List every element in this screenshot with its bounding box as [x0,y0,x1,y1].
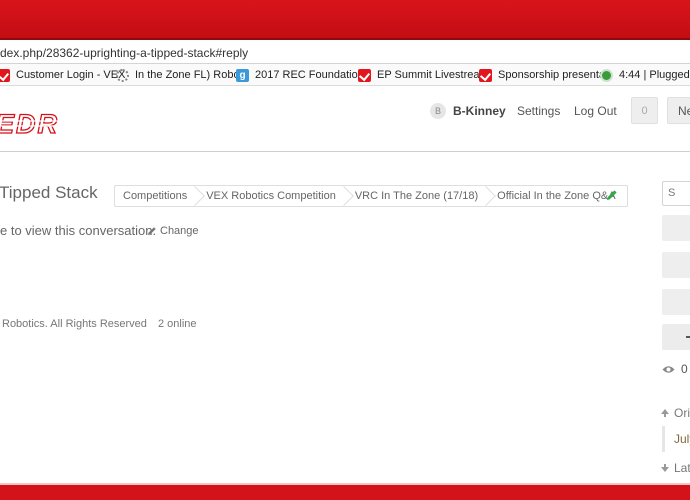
conversation-message: e to view this conversation. [0,223,157,238]
svg-text:EDR: EDR [0,110,59,138]
page-footer: Robotics. All Rights Reserved 2 online [2,318,205,330]
new-discussion-button[interactable]: Ne [667,97,690,124]
latest-post-label[interactable]: Lat [660,461,690,475]
views-value: 0 [681,362,688,376]
vex-check-icon [479,68,492,82]
bookmark-label: EP Summit Livestrean [377,69,486,81]
bookmark-label: In the Zone FL) Robo [135,69,240,81]
bookmarks-bar: Customer Login - VEX In the Zone FL) Rob… [0,64,690,86]
breadcrumb: Competitions VEX Robotics Competition VR… [114,185,628,207]
vex-check-icon [358,68,371,82]
bookmark-sponsorship[interactable]: Sponsorship presenta [479,67,605,83]
arrow-up-icon [661,409,669,417]
green-circle-icon [600,68,613,82]
settings-link[interactable]: Settings [517,104,560,118]
eye-icon [662,365,675,373]
copyright-text: Robotics. All Rights Reserved [2,318,147,330]
logout-link[interactable]: Log Out [574,104,617,118]
views-count: 0 [662,362,688,376]
user-avatar[interactable]: B [430,103,446,119]
edr-logo-graphic: EDR [0,108,99,140]
g-letter-icon: g [236,68,249,82]
original-post-label[interactable]: Ori [660,406,690,420]
bookmark-ep-summit[interactable]: EP Summit Livestrean [358,67,486,83]
bookmark-label: Sponsorship presenta [498,69,606,81]
page-title: Tipped Stack [0,183,98,202]
browser-title-bar [0,0,690,40]
bookmark-label: 4:44 | Plugged In [619,69,690,81]
sidebar-button-2[interactable] [662,252,690,278]
online-count[interactable]: 2 online [158,318,197,330]
edit-pencil-icon[interactable] [606,188,618,206]
sidebar-button-mark [686,336,690,338]
change-label[interactable]: Change [160,225,199,237]
bookmark-customer-login[interactable]: Customer Login - VEX [0,67,125,83]
loading-spinner-icon [116,68,129,82]
bottom-brand-bar [0,483,690,500]
search-input[interactable]: S [662,181,690,206]
search-placeholder: S [668,187,676,199]
sidebar-button-3[interactable] [662,289,690,315]
latest-label-text: Lat [674,461,690,475]
notifications-button[interactable]: 0 [631,97,658,124]
arrow-down-icon [661,464,669,472]
username-link[interactable]: B-Kinney [453,104,506,118]
bookmark-label: Customer Login - VEX [16,69,126,81]
bookmark-plugged-in[interactable]: 4:44 | Plugged In [600,67,690,83]
breadcrumb-item[interactable]: Competitions [115,186,198,206]
vex-check-icon [0,68,10,82]
change-link[interactable]: Change [147,225,199,237]
breadcrumb-item[interactable]: VRC In The Zone (17/18) [347,186,489,206]
bookmark-rec-foundation[interactable]: g 2017 REC Foundation [236,67,364,83]
original-post-date[interactable]: July [662,426,690,452]
pencil-icon [148,227,156,235]
address-bar[interactable]: dex.php/28362-uprighting-a-tipped-stack#… [0,42,690,64]
address-bar-url[interactable]: dex.php/28362-uprighting-a-tipped-stack#… [0,46,248,60]
bookmark-label: 2017 REC Foundation [255,69,364,81]
bookmark-in-the-zone[interactable]: In the Zone FL) Robo [116,67,240,83]
sidebar-button-1[interactable] [662,215,690,241]
edr-logo[interactable]: EDR [0,108,104,143]
breadcrumb-item[interactable]: VEX Robotics Competition [198,186,347,206]
original-label-text: Ori [674,406,690,420]
